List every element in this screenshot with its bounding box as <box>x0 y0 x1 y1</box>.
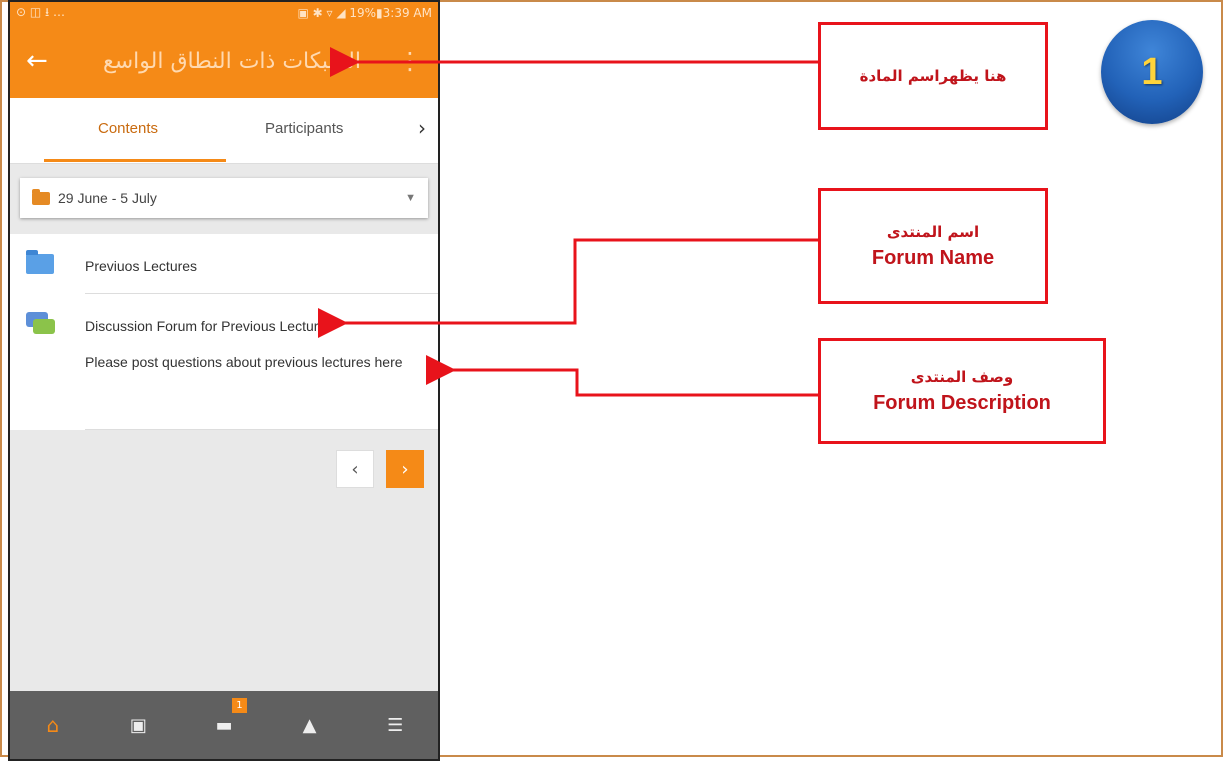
callout-forum-desc-ar: وصف المنتدى <box>910 367 1014 386</box>
callout-forum-description: وصف المنتدى Forum Description <box>818 338 1106 444</box>
step-number: 1 <box>1141 50 1163 93</box>
arrow-forum-name <box>318 238 820 338</box>
step-number-badge: 1 <box>1101 20 1203 124</box>
callout-forum-name-ar: اسم المنتدى <box>886 222 980 241</box>
callout-forum-name-en: Forum Name <box>871 246 995 269</box>
arrow-forum-description <box>426 355 820 397</box>
callout-course-name-text: هنا يظهراسم المادة <box>859 67 1007 85</box>
callout-course-name: هنا يظهراسم المادة <box>818 22 1048 130</box>
callout-forum-desc-en: Forum Description <box>873 391 1051 414</box>
callout-forum-name: اسم المنتدى Forum Name <box>818 188 1048 304</box>
